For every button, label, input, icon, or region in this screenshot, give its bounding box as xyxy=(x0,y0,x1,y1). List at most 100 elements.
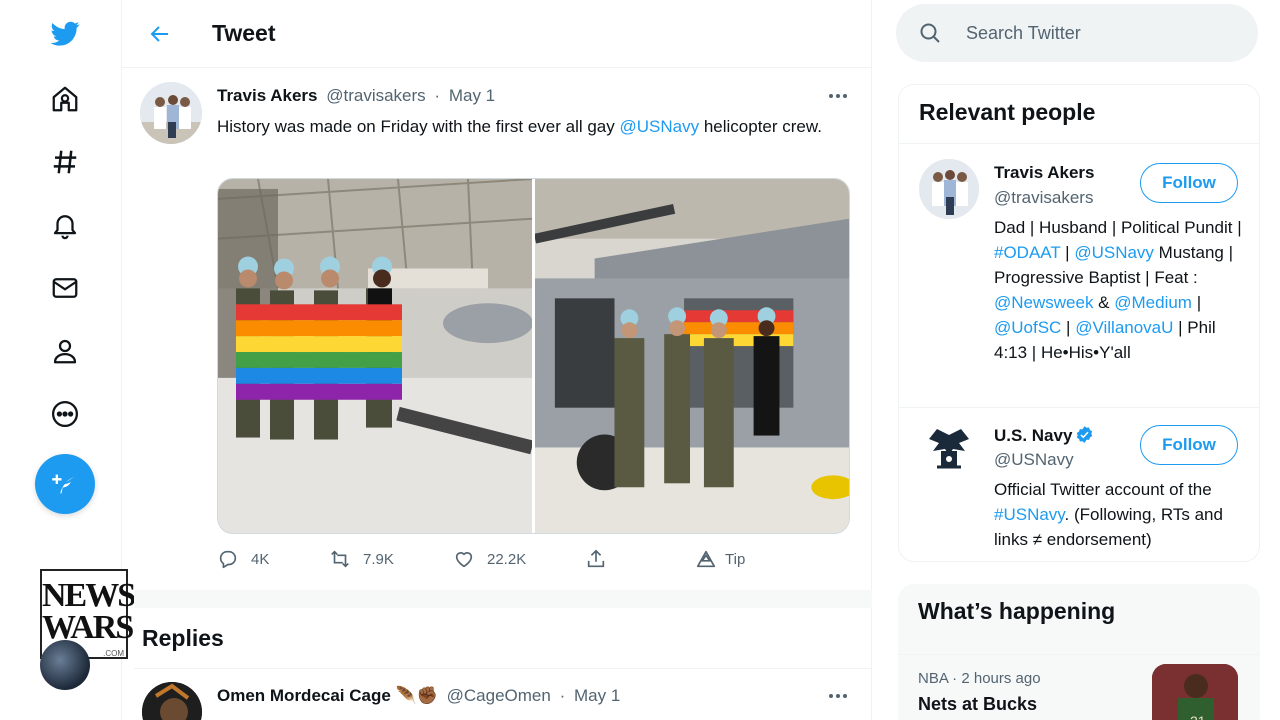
bio-link[interactable]: @Newsweek xyxy=(994,293,1093,312)
main-column: Tweet Travis Akers @travisakers · May 1 … xyxy=(122,0,872,720)
divider xyxy=(134,668,872,669)
person-bio: Dad | Husband | Political Pundit | #ODAA… xyxy=(994,215,1246,365)
follow-button-travis-akers[interactable]: Follow xyxy=(1140,163,1238,203)
reply-count: 4K xyxy=(251,550,270,568)
tweet-text: History was made on Friday with the firs… xyxy=(217,114,847,139)
more-options-icon[interactable] xyxy=(44,393,86,435)
bio-link[interactable]: #USNavy xyxy=(994,505,1065,524)
more-dots-icon xyxy=(829,94,847,98)
tweet-text-part: helicopter crew. xyxy=(699,117,822,136)
heart-icon xyxy=(455,552,473,568)
share-action[interactable] xyxy=(585,548,607,570)
relevant-people-title: Relevant people xyxy=(919,99,1096,125)
notifications-bell-icon[interactable] xyxy=(44,204,86,246)
home-icon[interactable] xyxy=(44,78,86,120)
bio-text: | xyxy=(1191,293,1202,312)
newswars-line1: NEWS xyxy=(42,577,136,614)
tweet-photo-hangar[interactable] xyxy=(218,179,532,533)
search-input[interactable] xyxy=(966,14,1236,52)
tweet-more-button[interactable] xyxy=(826,84,850,108)
feather-plus-icon xyxy=(52,474,75,494)
search-bar[interactable] xyxy=(896,4,1258,62)
reply-author-line: Omen Mordecai Cage 🪶✊🏾 @CageOmen · May 1 xyxy=(217,686,620,706)
tip-triangle-icon xyxy=(696,550,716,568)
tweet-author-line: Travis Akers @travisakers · May 1 xyxy=(217,86,495,106)
newswars-line2: WARS xyxy=(42,609,134,646)
bio-link[interactable]: @Medium xyxy=(1114,293,1192,312)
share-upload-icon xyxy=(587,549,605,568)
trend-meta[interactable]: NBA · 2 hours ago xyxy=(918,670,1041,687)
tweet-text-part: History was made on Friday with the firs… xyxy=(217,117,620,136)
trend-title[interactable]: Nets at Bucks xyxy=(918,694,1037,715)
separator-dot: · xyxy=(434,86,441,105)
bio-text: | xyxy=(1061,318,1076,337)
retweet-count: 7.9K xyxy=(363,550,394,568)
bio-link[interactable]: @VillanovaU xyxy=(1075,318,1173,337)
retweet-icon xyxy=(331,550,349,568)
twitter-logo-icon[interactable] xyxy=(44,12,86,54)
bio-link[interactable]: @UofSC xyxy=(994,318,1061,337)
person-avatar-navy-emblem[interactable] xyxy=(919,421,979,481)
reply-more-button[interactable] xyxy=(826,684,850,708)
person-name[interactable]: U.S. Navy xyxy=(994,425,1094,446)
bio-link[interactable]: #ODAAT xyxy=(994,243,1060,262)
tweet-mention-link[interactable]: @USNavy xyxy=(619,117,699,136)
tweet-photo-helicopter[interactable] xyxy=(535,179,849,533)
person-name-text: U.S. Navy xyxy=(994,426,1073,445)
right-sidebar: Relevant people Travis Akers @travisaker… xyxy=(872,0,1280,720)
bio-text: | xyxy=(1060,243,1075,262)
whats-happening-title: What’s happening xyxy=(918,598,1116,624)
bio-text: & xyxy=(1093,293,1115,312)
person-handle[interactable]: @travisakers xyxy=(994,188,1093,208)
like-count: 22.2K xyxy=(487,550,527,568)
bio-text: Dad | Husband | Political Pundit | xyxy=(994,218,1242,237)
section-separator xyxy=(134,590,872,608)
person-handle[interactable]: @USNavy xyxy=(994,450,1074,470)
person-name[interactable]: Travis Akers xyxy=(994,163,1095,183)
search-icon xyxy=(920,23,940,43)
replies-heading: Replies xyxy=(142,625,224,651)
person-bio: Official Twitter account of the #USNavy.… xyxy=(994,477,1246,552)
reply-author-avatar[interactable] xyxy=(142,682,202,720)
like-action[interactable]: 22.2K xyxy=(453,548,526,570)
explore-hashtag-icon[interactable] xyxy=(44,141,86,183)
profile-person-icon[interactable] xyxy=(44,330,86,372)
person-avatar[interactable] xyxy=(919,159,979,219)
whats-happening-panel: What’s happening NBA · 2 hours ago Nets … xyxy=(898,584,1260,720)
tweet-author-name[interactable]: Travis Akers xyxy=(217,86,318,105)
divider xyxy=(899,407,1259,408)
divider xyxy=(898,654,1260,655)
compose-tweet-button[interactable] xyxy=(35,454,95,514)
tweet-media[interactable] xyxy=(217,178,850,534)
svg-text:21: 21 xyxy=(1190,713,1206,720)
reply-date[interactable]: May 1 xyxy=(574,686,620,705)
bio-link[interactable]: @USNavy xyxy=(1074,243,1154,262)
verified-badge-icon xyxy=(1077,426,1093,443)
separator-dot: · xyxy=(559,686,566,705)
tweet-actions: 4K 7.9K 22.2K Tip xyxy=(217,548,847,578)
page-title: Tweet xyxy=(212,20,276,46)
page-header: Tweet xyxy=(122,0,871,68)
trend-thumbnail-image[interactable]: 21 xyxy=(1152,664,1238,720)
reply-author-handle[interactable]: @CageOmen xyxy=(447,686,551,705)
tweet: Travis Akers @travisakers · May 1 Histor… xyxy=(122,68,871,588)
reply-author-name[interactable]: Omen Mordecai Cage xyxy=(217,686,391,705)
back-arrow-icon[interactable] xyxy=(146,20,174,48)
newswars-domain: .COM xyxy=(103,649,124,658)
follow-button-us-navy[interactable]: Follow xyxy=(1140,425,1238,465)
tip-action[interactable]: Tip xyxy=(695,548,745,570)
reply-action[interactable]: 4K xyxy=(217,548,269,570)
reply-author-emoji: 🪶✊🏾 xyxy=(395,686,438,705)
author-avatar[interactable] xyxy=(140,82,202,144)
relevant-people-panel: Relevant people Travis Akers @travisaker… xyxy=(898,84,1260,562)
messages-envelope-icon[interactable] xyxy=(44,267,86,309)
tweet-date[interactable]: May 1 xyxy=(449,86,495,105)
reply-bubble-icon xyxy=(219,550,237,569)
divider xyxy=(899,143,1259,144)
bio-text: Official Twitter account of the xyxy=(994,480,1212,499)
tweet-author-handle[interactable]: @travisakers xyxy=(326,86,425,105)
retweet-action[interactable]: 7.9K xyxy=(329,548,394,570)
more-dots-icon xyxy=(829,694,847,698)
tip-label: Tip xyxy=(725,550,746,568)
newswars-globe-image xyxy=(40,640,90,690)
